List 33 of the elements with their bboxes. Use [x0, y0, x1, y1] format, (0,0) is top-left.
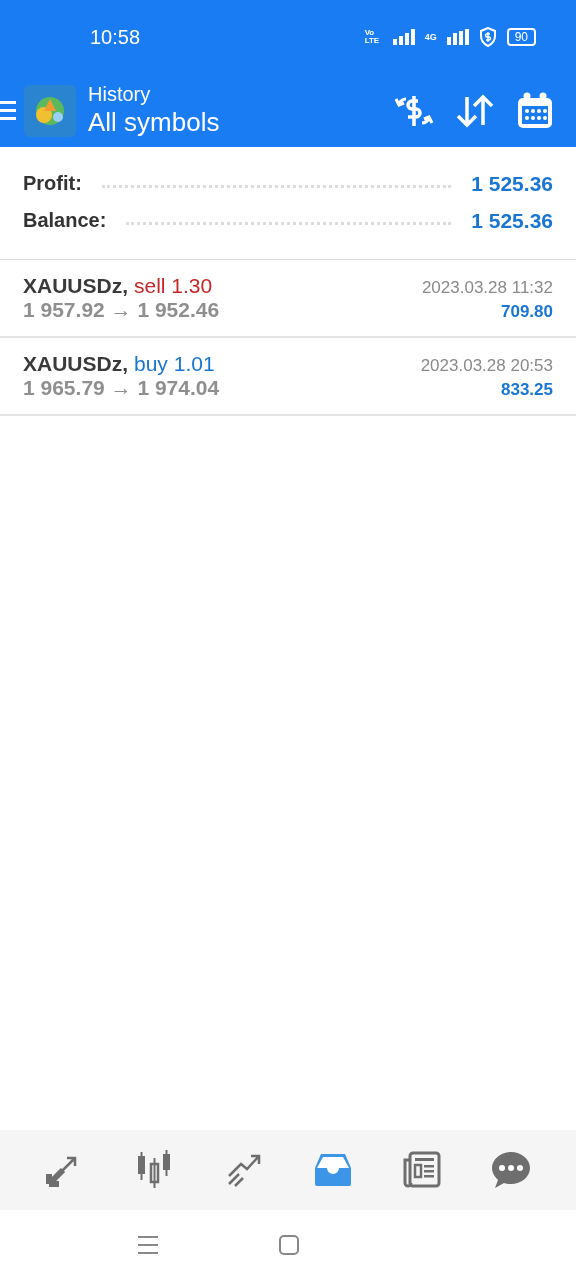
signal-icon — [446, 29, 469, 45]
volte-indicator: Vo LTE — [364, 29, 381, 45]
symbol-filter[interactable]: All symbols — [88, 106, 394, 138]
summary-label: Balance: — [23, 209, 107, 232]
deal-type: buy 1.01 — [134, 352, 215, 375]
deal-row[interactable]: XAUUSDz, buy 1.01 2023.03.28 20:53 1 965.79 → 1 974.04 833.25 — [0, 338, 576, 416]
calendar-icon[interactable] — [516, 91, 554, 130]
chat-bubble-icon[interactable] — [491, 1150, 532, 1190]
app-logo-icon — [24, 84, 76, 137]
shield-icon — [478, 27, 497, 47]
home-icon[interactable] — [279, 1235, 299, 1255]
deal-symbol: XAUUSDz, — [23, 274, 128, 297]
deal-profit: 833.25 — [501, 380, 553, 400]
deal-prices: 1 957.92 → 1 952.46 — [23, 298, 220, 322]
deal-time: 2023.03.28 20:53 — [420, 356, 553, 376]
network-type: 4G — [424, 32, 437, 42]
deal-type: sell 1.30 — [134, 274, 213, 297]
screen-title: History — [88, 83, 152, 106]
deal-row[interactable]: XAUUSDz, sell 1.30 2023.03.28 11:32 1 957.92 → 1 952.46 709.80 — [0, 260, 576, 338]
menu-icon[interactable] — [137, 1235, 159, 1255]
clock-time: 10:58 — [90, 25, 142, 49]
summary-value: 1 525.36 — [471, 208, 553, 233]
menu-icon[interactable] — [0, 99, 16, 122]
battery-level: 90 — [506, 28, 536, 46]
newspaper-icon[interactable] — [401, 1150, 442, 1190]
deal-prices: 1 965.79 → 1 974.04 — [23, 376, 220, 400]
signal-icon — [392, 29, 415, 45]
summary-value: 1 525.36 — [471, 171, 553, 196]
summary-label: Profit: — [23, 172, 82, 195]
sort-icon[interactable] — [456, 92, 494, 129]
deal-time: 2023.03.28 11:32 — [421, 278, 553, 298]
deal-profit: 709.80 — [501, 302, 553, 322]
deal-symbol: XAUUSDz, — [23, 352, 128, 375]
